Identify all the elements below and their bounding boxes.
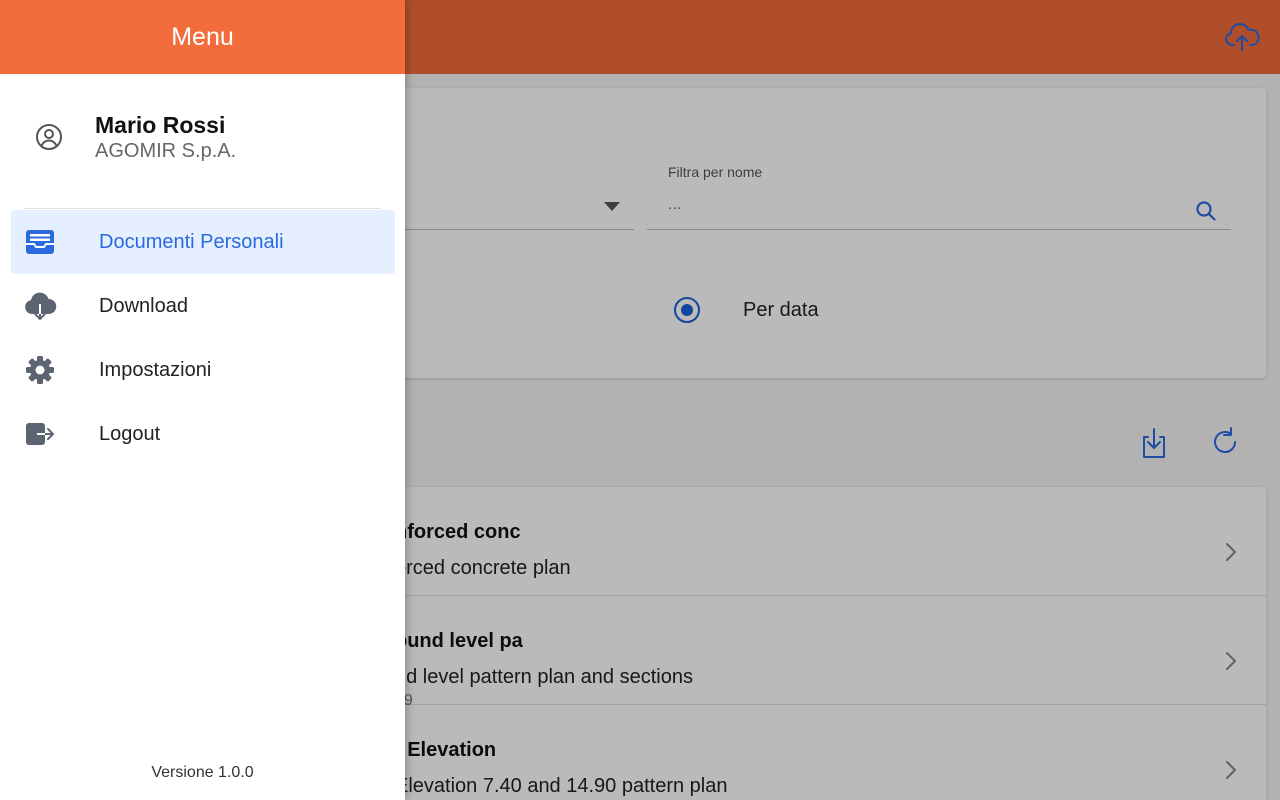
user-company: AGOMIR S.p.A.	[95, 140, 237, 162]
menu-item-documenti-personali[interactable]: Documenti Personali	[11, 210, 395, 274]
user-name: Mario Rossi	[95, 112, 226, 138]
user-profile: Mario Rossi AGOMIR S.p.A.	[0, 100, 405, 180]
menu-label: Download	[99, 295, 188, 317]
gear-icon	[23, 354, 57, 386]
menu-item-logout[interactable]: Logout	[11, 402, 395, 466]
menu-label: Impostazioni	[99, 359, 212, 381]
drawer-divider	[24, 208, 381, 209]
cloud-download-icon	[23, 290, 57, 322]
side-drawer: Menu Mario Rossi AGOMIR S.p.A. Documenti…	[0, 0, 405, 800]
menu-item-impostazioni[interactable]: Impostazioni	[11, 338, 395, 402]
menu-label: Documenti Personali	[99, 231, 284, 253]
inbox-icon	[23, 226, 57, 258]
menu-label: Logout	[99, 423, 161, 445]
logout-icon	[23, 418, 57, 450]
drawer-title: Menu	[0, 0, 405, 74]
user-avatar-icon	[34, 122, 64, 152]
app-version: Versione 1.0.0	[151, 764, 254, 781]
menu-item-download[interactable]: Download	[11, 274, 395, 338]
